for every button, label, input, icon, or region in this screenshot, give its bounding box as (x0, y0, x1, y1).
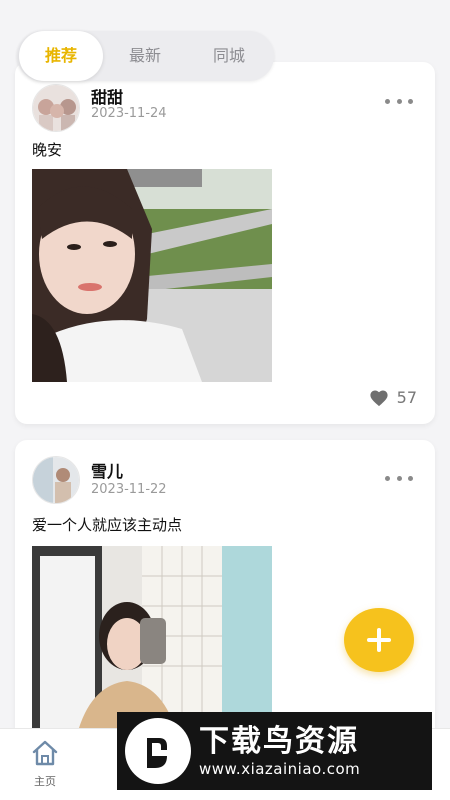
post-username[interactable]: 甜甜 (91, 84, 123, 108)
like-button[interactable]: 57 (369, 388, 417, 407)
avatar[interactable] (32, 84, 80, 132)
feed-tabs: 推荐 最新 同城 (17, 31, 274, 81)
watermark-banner: 下载鸟资源 www.xiazainiao.com (117, 712, 432, 790)
nav-item-home[interactable]: 主页 (22, 739, 68, 789)
bird-logo-icon (125, 718, 191, 784)
post-card[interactable]: 甜甜 2023-11-24 晚安 57 (15, 62, 435, 424)
post-caption: 晚安 (32, 141, 63, 159)
nav-home-label: 主页 (34, 775, 56, 788)
home-icon (32, 740, 58, 766)
post-date: 2023-11-22 (91, 482, 167, 497)
post-caption: 爱一个人就应该主动点 (32, 516, 183, 534)
post-photo[interactable] (32, 546, 272, 728)
post-photo[interactable] (32, 169, 272, 382)
more-options-icon[interactable] (385, 96, 413, 106)
tab-nearby[interactable]: 同城 (187, 31, 271, 81)
post-card[interactable]: 雪儿 2023-11-22 爱一个人就应该主动点 (15, 440, 435, 728)
post-username[interactable]: 雪儿 (91, 458, 123, 482)
watermark-title: 下载鸟资源 (199, 724, 359, 759)
tab-recommended[interactable]: 推荐 (19, 31, 103, 81)
like-count: 57 (396, 388, 417, 407)
avatar[interactable] (32, 456, 80, 504)
more-options-icon[interactable] (385, 473, 413, 483)
plus-icon (367, 628, 391, 652)
tab-latest[interactable]: 最新 (103, 31, 187, 81)
post-date: 2023-11-24 (91, 106, 167, 121)
watermark-url: www.xiazainiao.com (199, 760, 361, 778)
create-post-button[interactable] (344, 608, 414, 672)
heart-icon (370, 389, 388, 406)
